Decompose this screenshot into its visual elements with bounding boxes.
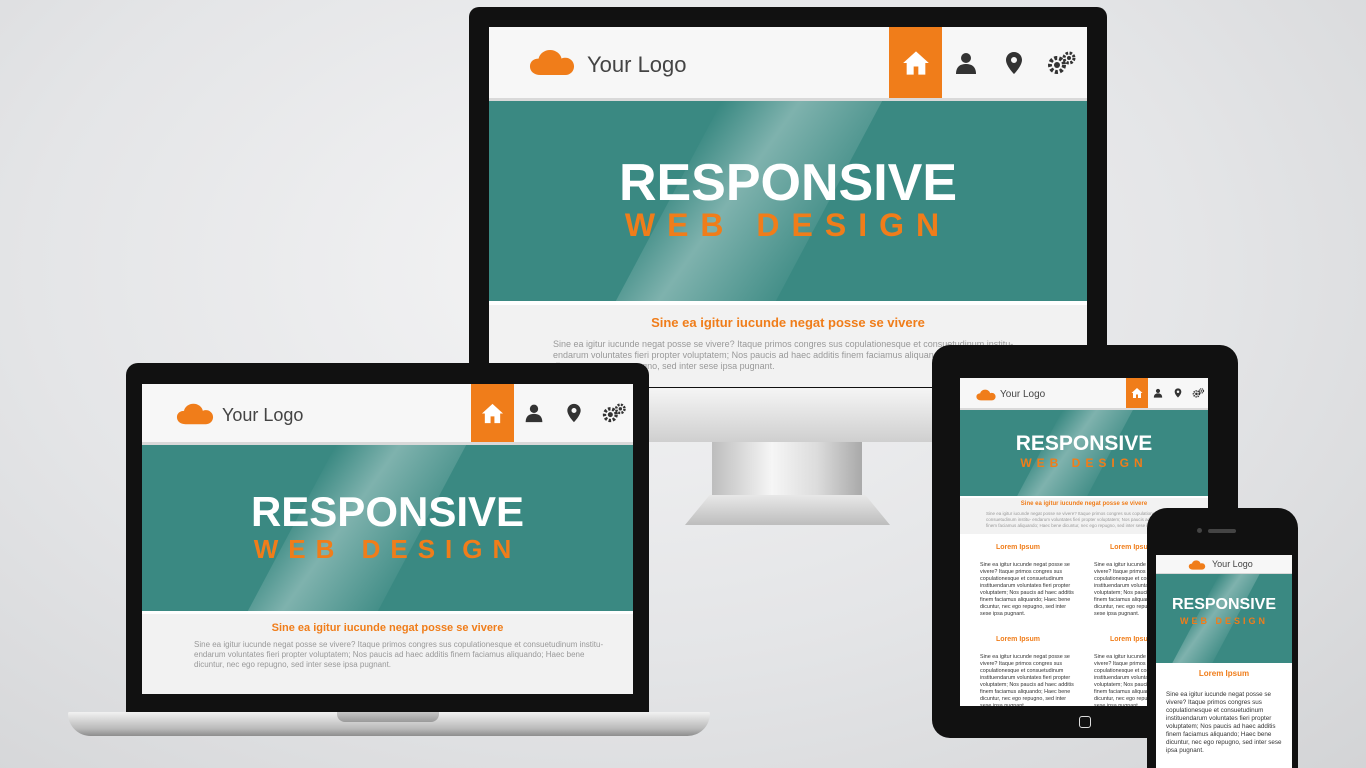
tagline: Sine ea igitur iucunde negat posse se vi…	[271, 622, 504, 634]
monitor-stand-neck	[712, 440, 862, 500]
nav-settings[interactable]	[1188, 378, 1208, 408]
cloud-logo-icon	[976, 389, 996, 401]
cloud-logo-icon	[529, 49, 575, 76]
gears-icon	[602, 403, 627, 423]
nav-location[interactable]	[990, 27, 1038, 98]
nav-settings[interactable]	[1038, 27, 1086, 98]
nav-user[interactable]	[942, 27, 990, 98]
phone-speaker	[1208, 529, 1236, 533]
hero-subtitle: WEB DESIGN	[1020, 456, 1148, 470]
gears-icon	[1047, 51, 1077, 75]
home-icon	[481, 402, 504, 425]
user-icon	[1153, 388, 1163, 398]
home-icon	[1131, 387, 1143, 399]
nav-settings[interactable]	[594, 384, 633, 442]
hero-title: RESPONSIVE	[1015, 432, 1153, 455]
section-title-3: Lorem Ipsum	[996, 636, 1040, 643]
nav-home[interactable]	[889, 27, 942, 98]
section-text-3: Sine ea igitur iucunde negat posse se vi…	[980, 654, 1074, 706]
site-header: Your Logo	[960, 378, 1208, 410]
hero-title: RESPONSIVE	[1171, 596, 1277, 613]
section-title: Lorem Ipsum	[1198, 669, 1250, 678]
site-nav	[471, 384, 633, 442]
monitor-screen: Your Logo RESPONSIVE WEB DESIGN Sine ea …	[489, 27, 1087, 387]
nav-location[interactable]	[554, 384, 594, 442]
intro-paragraph: Sine ea igitur iucunde negat posse se vi…	[194, 640, 604, 669]
gears-icon	[1192, 388, 1205, 398]
cloud-logo-icon	[1188, 560, 1206, 570]
nav-home[interactable]	[471, 384, 514, 442]
hero-banner: RESPONSIVE WEB DESIGN	[960, 410, 1208, 496]
nav-location[interactable]	[1168, 378, 1188, 408]
laptop-notch	[337, 712, 439, 722]
tagline: Sine ea igitur iucunde negat posse se vi…	[1020, 501, 1148, 507]
cloud-logo-icon	[176, 403, 214, 425]
hero-banner: RESPONSIVE WEB DESIGN	[142, 445, 633, 611]
logo-text[interactable]: Your Logo	[1000, 389, 1045, 400]
monitor-stand-base	[685, 495, 890, 525]
hero-subtitle: WEB DESIGN	[253, 534, 522, 564]
user-icon	[954, 51, 978, 75]
site-header: Your Logo	[489, 27, 1087, 101]
hero-banner: RESPONSIVE WEB DESIGN	[1156, 574, 1292, 663]
laptop-screen: Your Logo RESPONSIVE WEB DESIGN Sine ea …	[142, 384, 633, 694]
tablet-home-button[interactable]	[1079, 716, 1091, 728]
location-pin-icon	[1173, 388, 1183, 398]
location-pin-icon	[1002, 51, 1026, 75]
nav-home[interactable]	[1126, 378, 1148, 408]
site-nav	[1126, 378, 1208, 408]
phone-camera	[1197, 528, 1202, 533]
hero-title: RESPONSIVE	[250, 488, 525, 535]
hero-title: RESPONSIVE	[618, 154, 958, 212]
nav-user[interactable]	[1148, 378, 1168, 408]
phone-screen: Your Logo RESPONSIVE WEB DESIGN Lorem Ip…	[1156, 555, 1292, 768]
hero-subtitle: WEB DESIGN	[1179, 616, 1268, 626]
logo-text[interactable]: Your Logo	[587, 52, 687, 78]
location-pin-icon	[564, 403, 584, 423]
site-nav	[889, 27, 1086, 98]
logo-text[interactable]: Your Logo	[1212, 559, 1253, 569]
site-header: Your Logo	[1156, 555, 1292, 574]
nav-user[interactable]	[514, 384, 554, 442]
user-icon	[524, 403, 544, 423]
intro-section: Sine ea igitur iucunde negat posse se vi…	[142, 614, 633, 694]
section-text: Sine ea igitur iucunde negat posse se vi…	[1166, 691, 1282, 754]
section-title-1: Lorem Ipsum	[996, 544, 1040, 551]
tagline: Sine ea igitur iucunde negat posse se vi…	[651, 315, 925, 330]
site-header: Your Logo	[142, 384, 633, 445]
home-icon	[902, 49, 930, 77]
logo-text[interactable]: Your Logo	[222, 405, 303, 426]
hero-banner: RESPONSIVE WEB DESIGN	[489, 101, 1087, 301]
hero-subtitle: WEB DESIGN	[624, 207, 952, 243]
section-text-1: Sine ea igitur iucunde negat posse se vi…	[980, 562, 1074, 617]
